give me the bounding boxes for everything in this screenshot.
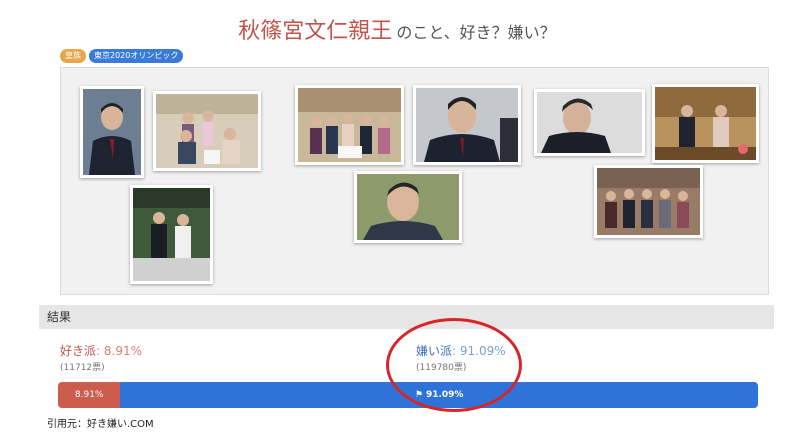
tag-list: 皇族 東京2020オリンピック xyxy=(60,49,184,63)
bar-like-segment: 8.91% xyxy=(58,382,121,408)
highlight-circle xyxy=(386,318,522,412)
gallery-photo[interactable] xyxy=(534,89,645,156)
tag-imperial-family[interactable]: 皇族 xyxy=(60,49,86,63)
title-name: 秋篠宮文仁親王 xyxy=(238,19,393,44)
like-votes: (11712票) xyxy=(60,363,105,373)
tag-tokyo-2020[interactable]: 東京2020オリンピック xyxy=(89,49,184,63)
photo-gallery xyxy=(60,67,769,295)
like-percent: 8.91% xyxy=(103,344,142,358)
like-result: 好き派: 8.91% xyxy=(60,344,142,358)
gallery-photo[interactable] xyxy=(354,171,462,243)
gallery-photo[interactable] xyxy=(295,85,404,165)
gallery-photo[interactable] xyxy=(80,86,144,178)
like-label: 好き派 xyxy=(60,344,97,358)
gallery-photo[interactable] xyxy=(130,185,213,284)
page-title: 秋篠宮文仁親王 のこと、好き？嫌い？ xyxy=(0,8,794,46)
gallery-photo[interactable] xyxy=(594,165,703,238)
gallery-photo[interactable] xyxy=(652,84,759,163)
bar-like-text: 8.91% xyxy=(74,390,104,400)
gallery-photo[interactable] xyxy=(413,85,521,165)
citation: 引用元：好き嫌い.COM xyxy=(47,419,154,430)
results-header: 結果 xyxy=(39,305,774,329)
title-question: のこと、好き？嫌い？ xyxy=(396,23,556,42)
gallery-photo[interactable] xyxy=(153,91,261,171)
